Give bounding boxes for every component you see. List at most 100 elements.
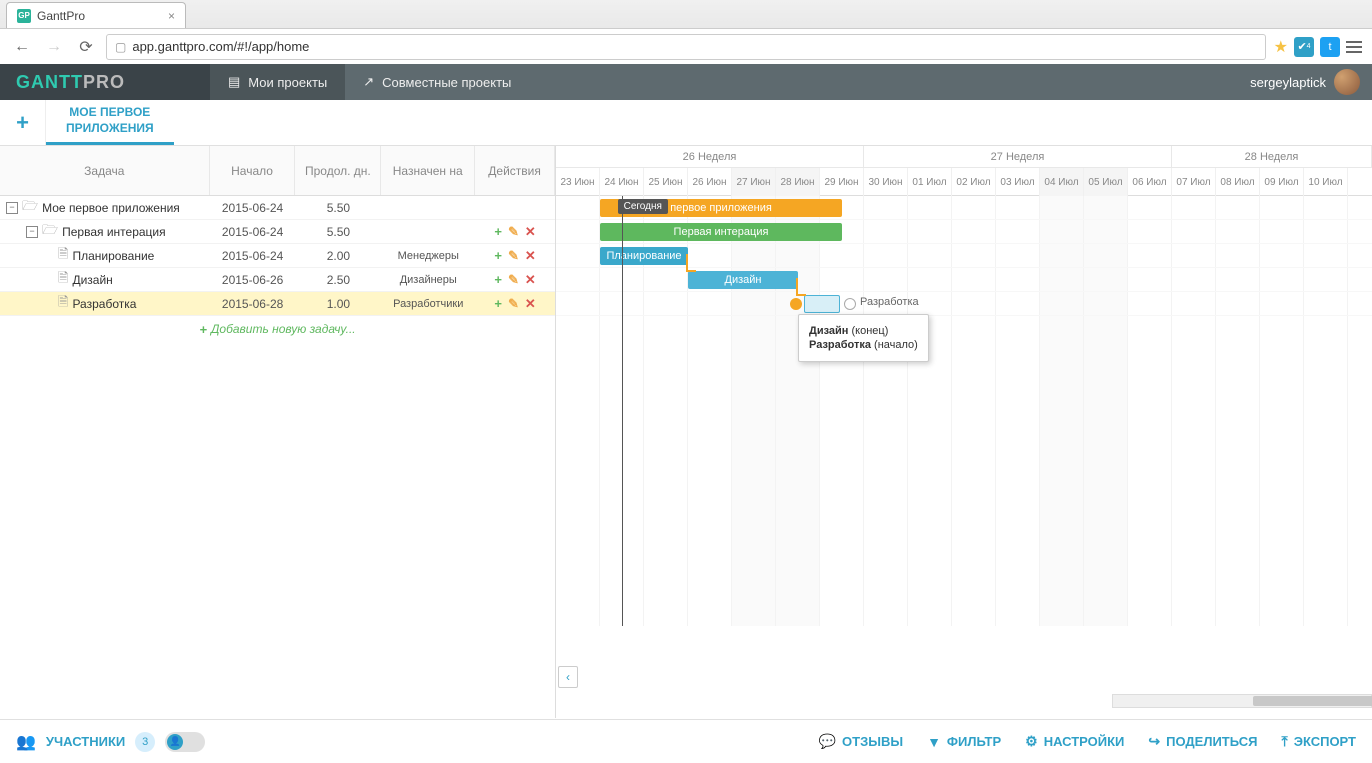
share-arrow-icon: ↪	[1148, 733, 1160, 750]
file-icon: 🗎	[58, 269, 68, 291]
filter-button[interactable]: ▼ФИЛЬТР	[927, 734, 1001, 750]
horizontal-scrollbar[interactable]	[1112, 694, 1372, 708]
share-button[interactable]: ↪ПОДЕЛИТЬСЯ	[1148, 733, 1257, 750]
plus-action-icon[interactable]: +	[494, 248, 502, 263]
tab-shared-projects[interactable]: ↗ Совместные проекты	[345, 64, 529, 100]
del-action-icon[interactable]: ✕	[525, 272, 536, 288]
gantt-bar-dev[interactable]	[804, 295, 840, 313]
task-row[interactable]: 🗎Планирование2015-06-242.00Менеджеры+✎✕	[0, 244, 555, 268]
task-assigned	[381, 220, 475, 243]
forward-button[interactable]: →	[42, 35, 66, 59]
bookmark-star-icon[interactable]: ★	[1274, 37, 1288, 57]
today-label: Сегодня	[618, 199, 668, 214]
collapse-left-pane-button[interactable]: ‹	[558, 666, 578, 688]
gantt-bar-iteration[interactable]: Первая интерация	[600, 223, 842, 241]
members-label[interactable]: УЧАСТНИКИ	[46, 734, 125, 749]
browser-tab[interactable]: GP GanttPro ×	[6, 2, 186, 28]
progress-handle-icon[interactable]	[844, 298, 856, 310]
document-icon: ▤	[228, 74, 240, 90]
folder-icon: 🗁	[22, 197, 38, 219]
day-header: 28 Июн	[776, 168, 820, 196]
day-header: 24 Июн	[600, 168, 644, 196]
col-header-start: Начало	[210, 146, 296, 195]
folder-icon: 🗁	[42, 221, 58, 243]
upload-icon: ⤒	[1282, 733, 1288, 750]
gantt-bar-plan[interactable]: Планирование	[600, 247, 688, 265]
share-icon: ↗	[363, 74, 374, 90]
reviews-button[interactable]: 💬ОТЗЫВЫ	[819, 733, 903, 750]
back-button[interactable]: ←	[10, 35, 34, 59]
add-task-row[interactable]: + Добавить новую задачу...	[0, 316, 555, 342]
task-row[interactable]: −🗁Мое первое приложения2015-06-245.50	[0, 196, 555, 220]
main-content: Задача Начало Продол. дн. Назначен на Де…	[0, 146, 1372, 718]
tab-my-projects[interactable]: ▤ Мои проекты	[210, 64, 345, 100]
task-name: Дизайн	[72, 273, 112, 287]
task-start: 2015-06-24	[210, 244, 296, 267]
task-assigned: Менеджеры	[381, 244, 475, 267]
task-assigned	[381, 196, 475, 219]
gear-icon: ⚙	[1025, 733, 1038, 750]
col-header-actions: Действия	[475, 146, 555, 195]
settings-button[interactable]: ⚙НАСТРОЙКИ	[1025, 733, 1124, 750]
edit-action-icon[interactable]: ✎	[508, 224, 519, 240]
edit-action-icon[interactable]: ✎	[508, 248, 519, 264]
day-header: 30 Июн	[864, 168, 908, 196]
link-endpoint-icon[interactable]	[790, 298, 802, 310]
plus-action-icon[interactable]: +	[494, 272, 502, 287]
add-project-button[interactable]: +	[0, 100, 46, 145]
day-header: 27 Июн	[732, 168, 776, 196]
footer-toolbar: 👥 УЧАСТНИКИ 3 👤 💬ОТЗЫВЫ ▼ФИЛЬТР ⚙НАСТРОЙ…	[0, 719, 1372, 763]
col-header-task: Задача	[0, 146, 210, 195]
file-icon: 🗎	[58, 293, 68, 315]
day-header: 06 Июл	[1128, 168, 1172, 196]
scrollbar-thumb[interactable]	[1253, 696, 1372, 706]
tree-toggle-icon[interactable]: −	[6, 202, 18, 214]
edit-action-icon[interactable]: ✎	[508, 272, 519, 288]
col-header-duration: Продол. дн.	[295, 146, 381, 195]
task-actions: + ✎ ✕	[475, 268, 555, 291]
del-action-icon[interactable]: ✕	[525, 248, 536, 264]
members-count-badge: 3	[135, 732, 155, 752]
avatar	[1334, 69, 1360, 95]
app-logo[interactable]: GANTTPRO	[0, 64, 210, 100]
close-tab-icon[interactable]: ×	[168, 9, 175, 23]
reload-button[interactable]: ⟳	[74, 35, 98, 59]
task-row[interactable]: 🗎Дизайн2015-06-262.50Дизайнеры+✎✕	[0, 268, 555, 292]
browser-chrome: GP GanttPro × ← → ⟳ ▢ app.ganttpro.com/#…	[0, 0, 1372, 64]
week-header: 27 Неделя	[864, 146, 1172, 167]
user-menu[interactable]: sergeylaptick	[1250, 69, 1372, 95]
grid-header: Задача Начало Продол. дн. Назначен на Де…	[0, 146, 555, 196]
toggle-knob-icon: 👤	[167, 734, 183, 750]
twitter-extension-icon[interactable]: t	[1320, 37, 1340, 57]
task-start: 2015-06-26	[210, 268, 296, 291]
page-icon: ▢	[115, 40, 126, 54]
export-button[interactable]: ⤒ЭКСПОРТ	[1282, 733, 1357, 750]
members-toggle[interactable]: 👤	[165, 732, 205, 752]
extension-icon-1[interactable]: ✔4	[1294, 37, 1314, 57]
plus-action-icon[interactable]: +	[494, 224, 502, 239]
task-row[interactable]: 🗎Разработка2015-06-281.00Разработчики+✎✕	[0, 292, 555, 316]
task-actions	[475, 196, 555, 219]
file-icon: 🗎	[58, 245, 68, 267]
project-tabs: + МОЕ ПЕРВОЕ ПРИЛОЖЕНИЯ	[0, 100, 1372, 146]
members-icon: 👥	[16, 732, 36, 752]
app-header: GANTTPRO ▤ Мои проекты ↗ Совместные прое…	[0, 64, 1372, 100]
task-assigned: Разработчики	[381, 292, 475, 315]
gantt-body[interactable]: первое приложенияСегодняПервая интерация…	[556, 196, 1372, 626]
task-duration: 5.50	[295, 196, 381, 219]
address-bar[interactable]: ▢ app.ganttpro.com/#!/app/home	[106, 34, 1266, 60]
timeline-header: 26 Неделя27 Неделя28 Неделя 23 Июн24 Июн…	[556, 146, 1372, 196]
browser-menu-icon[interactable]	[1346, 41, 1362, 53]
task-row[interactable]: −🗁Первая интерация2015-06-245.50+✎✕	[0, 220, 555, 244]
del-action-icon[interactable]: ✕	[525, 224, 536, 240]
task-duration: 1.00	[296, 292, 382, 315]
tree-toggle-icon[interactable]: −	[26, 226, 38, 238]
del-action-icon[interactable]: ✕	[525, 296, 536, 312]
project-tab-active[interactable]: МОЕ ПЕРВОЕ ПРИЛОЖЕНИЯ	[46, 100, 174, 145]
edit-action-icon[interactable]: ✎	[508, 296, 519, 312]
day-header: 03 Июл	[996, 168, 1040, 196]
plus-action-icon[interactable]: +	[494, 296, 502, 311]
day-header: 01 Июл	[908, 168, 952, 196]
dependency-link	[796, 278, 806, 296]
gantt-bar-design[interactable]: Дизайн	[688, 271, 798, 289]
